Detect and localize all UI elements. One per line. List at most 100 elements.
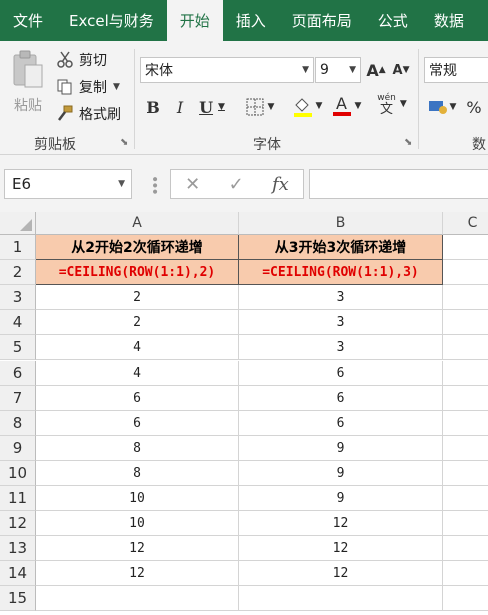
cell-C7[interactable]	[443, 386, 488, 411]
column-header[interactable]: B	[239, 212, 443, 235]
cell-A12[interactable]: 10	[36, 511, 239, 536]
cell-B15[interactable]	[239, 586, 443, 611]
fill-color-button[interactable]: ▼	[289, 94, 325, 118]
accounting-format-button[interactable]: ▼	[424, 95, 460, 119]
cell-A13[interactable]: 12	[36, 536, 239, 561]
cell-A14[interactable]: 12	[36, 561, 239, 586]
cell-C10[interactable]	[443, 461, 488, 486]
drag-handle-icon[interactable]: •••	[146, 175, 162, 194]
chevron-down-icon[interactable]: ▼	[450, 102, 457, 112]
tab-2[interactable]: 开始	[166, 0, 223, 41]
grow-font-button[interactable]: A ▲	[366, 58, 386, 82]
row-header[interactable]: 11	[0, 486, 36, 511]
underline-button[interactable]: U ▼	[196, 95, 228, 119]
cell-B5[interactable]: 3	[239, 335, 443, 360]
cell-A4[interactable]: 2	[36, 310, 239, 335]
name-box[interactable]: E6 ▼	[4, 169, 132, 199]
tab-3[interactable]: 插入	[223, 0, 279, 41]
tab-1[interactable]: Excel与财务	[56, 0, 167, 41]
paste-button[interactable]: 粘贴	[8, 49, 48, 119]
cell-B4[interactable]: 3	[239, 310, 443, 335]
cell-C12[interactable]	[443, 511, 488, 536]
tab-4[interactable]: 页面布局	[279, 0, 365, 41]
cell-A11[interactable]: 10	[36, 486, 239, 511]
cell-B2[interactable]: =CEILING(ROW(1:1),3)	[239, 260, 443, 285]
cell-A7[interactable]: 6	[36, 386, 239, 411]
dialog-launcher-icon[interactable]: ⬊	[120, 137, 128, 148]
row-header[interactable]: 13	[0, 536, 36, 561]
formula-input[interactable]	[309, 169, 488, 199]
enter-icon[interactable]: ✓	[229, 174, 244, 195]
italic-button[interactable]: I	[171, 95, 189, 119]
cell-C15[interactable]	[443, 586, 488, 611]
cell-B1[interactable]: 从3开始3次循环递增	[239, 235, 443, 260]
borders-button[interactable]: ▼	[240, 95, 280, 119]
chevron-down-icon[interactable]: ▼	[268, 102, 275, 112]
cell-A2[interactable]: =CEILING(ROW(1:1),2)	[36, 260, 239, 285]
font-color-button[interactable]: A ▼	[329, 94, 365, 118]
row-header[interactable]: 10	[0, 461, 36, 486]
chevron-down-icon[interactable]: ▼	[400, 99, 407, 109]
row-header[interactable]: 7	[0, 386, 36, 411]
row-header[interactable]: 15	[0, 586, 36, 611]
cell-C5[interactable]	[443, 335, 488, 360]
cell-B8[interactable]: 6	[239, 411, 443, 436]
row-header[interactable]: 9	[0, 436, 36, 461]
column-header[interactable]: C	[443, 212, 488, 235]
dialog-launcher-icon[interactable]: ⬊	[404, 137, 412, 148]
phonetic-guide-button[interactable]: wén 文 ▼	[374, 92, 410, 116]
chevron-down-icon[interactable]: ▼	[355, 101, 362, 111]
cell-C3[interactable]	[443, 285, 488, 310]
row-header[interactable]: 8	[0, 411, 36, 436]
font-name-combo[interactable]: 宋体 ▼	[140, 57, 314, 83]
bold-button[interactable]: B	[144, 95, 162, 119]
chevron-down-icon[interactable]: ▼	[118, 170, 125, 198]
cell-B11[interactable]: 9	[239, 486, 443, 511]
cell-C14[interactable]	[443, 561, 488, 586]
copy-button[interactable]: 复制 ▼	[55, 76, 120, 98]
chevron-down-icon[interactable]: ▼	[316, 101, 323, 111]
cell-B6[interactable]: 6	[239, 361, 443, 386]
cell-A1[interactable]: 从2开始2次循环递增	[36, 235, 239, 260]
chevron-down-icon[interactable]: ▼	[113, 82, 120, 92]
cell-B14[interactable]: 12	[239, 561, 443, 586]
row-header[interactable]: 12	[0, 511, 36, 536]
cell-B7[interactable]: 6	[239, 386, 443, 411]
row-header[interactable]: 14	[0, 561, 36, 586]
insert-function-icon[interactable]: fx	[272, 174, 289, 195]
cell-C4[interactable]	[443, 310, 488, 335]
cell-A10[interactable]: 8	[36, 461, 239, 486]
tab-0[interactable]: 文件	[0, 0, 56, 41]
row-header[interactable]: 1	[0, 235, 36, 260]
format-painter-button[interactable]: 格式刷	[55, 103, 121, 125]
cell-B3[interactable]: 3	[239, 285, 443, 310]
cell-A3[interactable]: 2	[36, 285, 239, 310]
cell-A9[interactable]: 8	[36, 436, 239, 461]
tab-6[interactable]: 数据	[421, 0, 477, 41]
row-header[interactable]: 6	[0, 361, 36, 386]
row-header[interactable]: 5	[0, 335, 36, 360]
cell-C9[interactable]	[443, 436, 488, 461]
cut-button[interactable]: 剪切	[55, 49, 107, 71]
row-header[interactable]: 4	[0, 310, 36, 335]
chevron-down-icon[interactable]: ▼	[218, 102, 225, 112]
cell-C13[interactable]	[443, 536, 488, 561]
row-header[interactable]: 3	[0, 285, 36, 310]
number-format-combo[interactable]: 常规	[424, 57, 488, 83]
font-size-combo[interactable]: 9 ▼	[315, 57, 361, 83]
shrink-font-button[interactable]: A ▼	[391, 58, 411, 82]
percent-style-button[interactable]: %	[464, 95, 484, 119]
cell-C8[interactable]	[443, 411, 488, 436]
cell-A8[interactable]: 6	[36, 411, 239, 436]
cell-B10[interactable]: 9	[239, 461, 443, 486]
cancel-icon[interactable]: ✕	[185, 174, 200, 195]
column-header[interactable]: A	[36, 212, 239, 235]
tab-5[interactable]: 公式	[365, 0, 421, 41]
chevron-down-icon[interactable]: ▼	[302, 65, 309, 75]
cell-B9[interactable]: 9	[239, 436, 443, 461]
cell-C6[interactable]	[443, 361, 488, 386]
chevron-down-icon[interactable]: ▼	[349, 65, 356, 75]
worksheet-grid[interactable]: A B C 1 从2开始2次循环递增 从3开始3次循环递增 2 =CEILING(ROW(1:…	[0, 212, 488, 615]
cell-C2[interactable]	[443, 260, 488, 285]
cell-A5[interactable]: 4	[36, 335, 239, 360]
